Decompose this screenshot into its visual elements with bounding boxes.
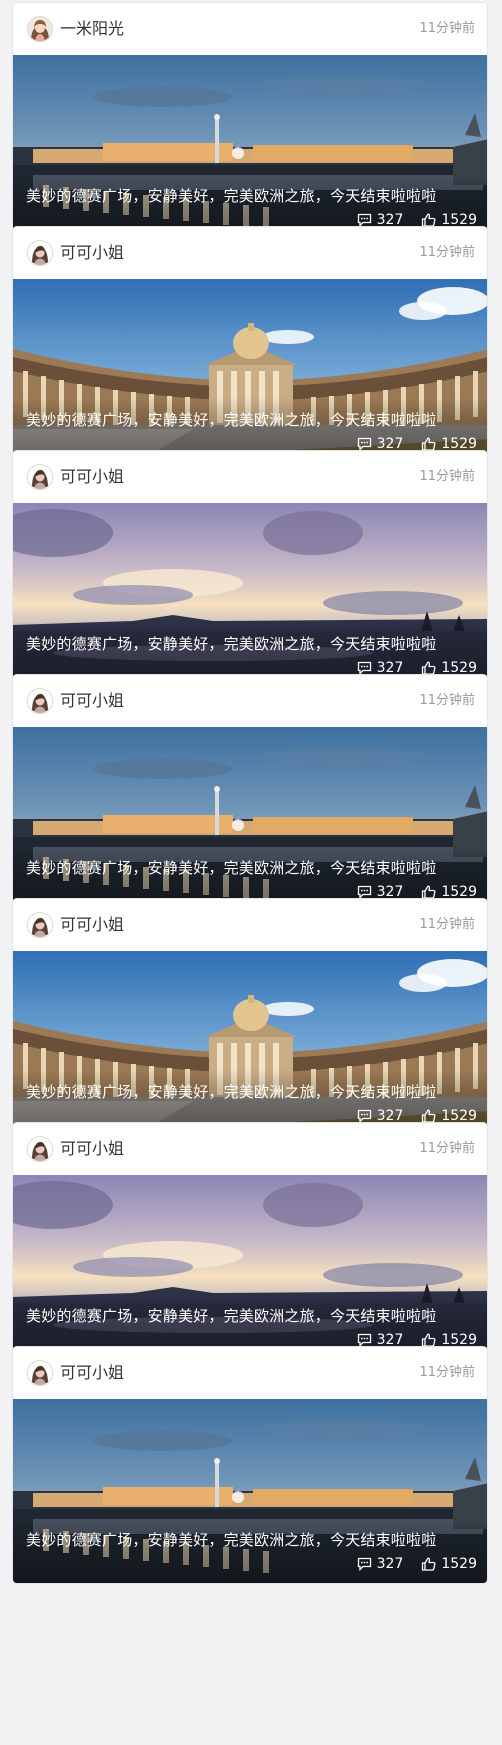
thumbs-up-icon: [422, 1333, 436, 1347]
post-header: 一米阳光 11分钟前: [13, 3, 487, 55]
post-time: 11分钟前: [419, 245, 475, 260]
post-caption: 美妙的德赛广场，安静美好，完美欧洲之旅，今天结束啦啦啦: [26, 635, 437, 653]
post-photo[interactable]: 美妙的德赛广场，安静美好，完美欧洲之旅，今天结束啦啦啦 327 1529: [13, 55, 487, 239]
comment-count[interactable]: 327: [357, 1556, 404, 1572]
post-caption: 美妙的德赛广场，安静美好，完美欧洲之旅，今天结束啦啦啦: [26, 1307, 437, 1325]
woman-avatar-icon: [28, 241, 52, 265]
woman-avatar-icon: [28, 913, 52, 937]
post-photo[interactable]: 美妙的德赛广场，安静美好，完美欧洲之旅，今天结束啦啦啦 327 1529: [13, 1175, 487, 1359]
comment-count-value: 327: [376, 1556, 404, 1572]
post-header: 可可小姐 11分钟前: [13, 451, 487, 503]
thumbs-up-icon: [422, 437, 436, 451]
username[interactable]: 可可小姐: [60, 1139, 124, 1159]
comment-icon: [357, 1109, 371, 1123]
post-photo[interactable]: 美妙的德赛广场，安静美好，完美欧洲之旅，今天结束啦啦啦 327 1529: [13, 727, 487, 911]
post-photo[interactable]: 美妙的德赛广场，安静美好，完美欧洲之旅，今天结束啦啦啦 327 1529: [13, 279, 487, 463]
woman-avatar-icon: [28, 689, 52, 713]
post-card[interactable]: 可可小姐 11分钟前 美妙的德赛广场，安静美好，完美欧洲之旅，今天结束啦啦啦 3…: [12, 450, 488, 688]
comment-icon: [357, 1557, 371, 1571]
username[interactable]: 可可小姐: [60, 915, 124, 935]
username[interactable]: 可可小姐: [60, 1363, 124, 1383]
avatar[interactable]: [27, 688, 53, 714]
avatar[interactable]: [27, 1360, 53, 1386]
avatar[interactable]: [27, 464, 53, 490]
comment-icon: [357, 213, 371, 227]
username[interactable]: 可可小姐: [60, 467, 124, 487]
username[interactable]: 可可小姐: [60, 691, 124, 711]
thumbs-up-icon: [422, 885, 436, 899]
post-card[interactable]: 可可小姐 11分钟前 美妙的德赛广场，安静美好，完美欧洲之旅，今天结束啦啦啦 3…: [12, 226, 488, 464]
like-count[interactable]: 1529: [421, 1556, 477, 1572]
comment-icon: [357, 885, 371, 899]
post-header: 可可小姐 11分钟前: [13, 227, 487, 279]
post-stats: 327 1529: [339, 1555, 477, 1573]
thumbs-up-icon: [422, 213, 436, 227]
thumbs-up-icon: [422, 661, 436, 675]
avatar[interactable]: [27, 16, 53, 42]
post-caption: 美妙的德赛广场，安静美好，完美欧洲之旅，今天结束啦啦啦: [26, 411, 437, 429]
post-card[interactable]: 一米阳光 11分钟前 美妙的德赛广场，安静美好，完美欧洲之旅，今天结束啦啦啦 3…: [12, 2, 488, 240]
post-photo[interactable]: 美妙的德赛广场，安静美好，完美欧洲之旅，今天结束啦啦啦 327 1529: [13, 503, 487, 687]
post-header: 可可小姐 11分钟前: [13, 1347, 487, 1399]
post-header: 可可小姐 11分钟前: [13, 1123, 487, 1175]
avatar[interactable]: [27, 1136, 53, 1162]
post-time: 11分钟前: [419, 469, 475, 484]
post-time: 11分钟前: [419, 1365, 475, 1380]
avatar[interactable]: [27, 240, 53, 266]
girl-avatar-icon: [28, 17, 52, 41]
post-card[interactable]: 可可小姐 11分钟前 美妙的德赛广场，安静美好，完美欧洲之旅，今天结束啦啦啦 3…: [12, 1122, 488, 1360]
post-caption: 美妙的德赛广场，安静美好，完美欧洲之旅，今天结束啦啦啦: [26, 1531, 437, 1549]
thumbs-up-icon: [422, 1109, 436, 1123]
post-time: 11分钟前: [419, 1141, 475, 1156]
comment-icon: [357, 437, 371, 451]
username[interactable]: 一米阳光: [60, 19, 124, 39]
post-caption: 美妙的德赛广场，安静美好，完美欧洲之旅，今天结束啦啦啦: [26, 1083, 437, 1101]
post-time: 11分钟前: [419, 21, 475, 36]
post-caption: 美妙的德赛广场，安静美好，完美欧洲之旅，今天结束啦啦啦: [26, 859, 437, 877]
post-time: 11分钟前: [419, 693, 475, 708]
post-header: 可可小姐 11分钟前: [13, 675, 487, 727]
username[interactable]: 可可小姐: [60, 243, 124, 263]
woman-avatar-icon: [28, 1137, 52, 1161]
post-card[interactable]: 可可小姐 11分钟前 美妙的德赛广场，安静美好，完美欧洲之旅，今天结束啦啦啦 3…: [12, 674, 488, 912]
caption-overlay: [13, 1517, 487, 1583]
post-photo[interactable]: 美妙的德赛广场，安静美好，完美欧洲之旅，今天结束啦啦啦 327 1529: [13, 951, 487, 1135]
post-caption: 美妙的德赛广场，安静美好，完美欧洲之旅，今天结束啦啦啦: [26, 187, 437, 205]
post-card[interactable]: 可可小姐 11分钟前 美妙的德赛广场，安静美好，完美欧洲之旅，今天结束啦啦啦 3…: [12, 1346, 488, 1584]
comment-icon: [357, 661, 371, 675]
post-time: 11分钟前: [419, 917, 475, 932]
post-photo[interactable]: 美妙的德赛广场，安静美好，完美欧洲之旅，今天结束啦啦啦 327 1529: [13, 1399, 487, 1583]
like-count-value: 1529: [441, 1556, 477, 1572]
post-header: 可可小姐 11分钟前: [13, 899, 487, 951]
thumbs-up-icon: [422, 1557, 436, 1571]
post-card[interactable]: 可可小姐 11分钟前 美妙的德赛广场，安静美好，完美欧洲之旅，今天结束啦啦啦 3…: [12, 898, 488, 1136]
avatar[interactable]: [27, 912, 53, 938]
comment-icon: [357, 1333, 371, 1347]
woman-avatar-icon: [28, 1361, 52, 1385]
woman-avatar-icon: [28, 465, 52, 489]
